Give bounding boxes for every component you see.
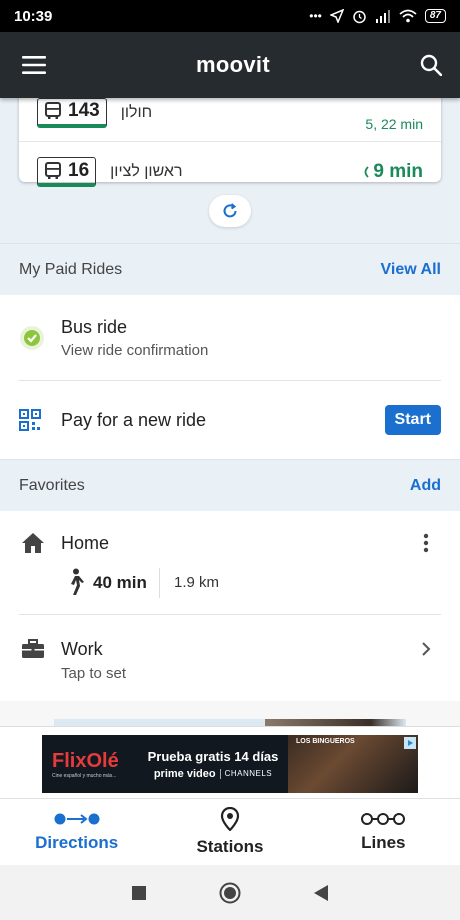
home-button-icon[interactable] xyxy=(219,882,241,904)
paid-rides-header: My Paid Rides View All xyxy=(0,243,460,295)
divider xyxy=(159,568,160,598)
bus-ride-row[interactable]: Bus ride View ride confirmation xyxy=(0,295,460,381)
home-distance: 1.9 km xyxy=(174,574,220,591)
status-bar: 10:39 ••• 87 xyxy=(0,0,460,32)
more-options-icon[interactable] xyxy=(422,533,430,553)
recents-icon[interactable] xyxy=(131,885,147,901)
pay-new-ride-title: Pay for a new ride xyxy=(61,409,207,430)
location-pin-icon xyxy=(220,807,240,831)
ride-ticket-icon xyxy=(20,326,44,350)
work-subtitle: Tap to set xyxy=(61,665,127,682)
nearby-lines-area: 143 חולון 5, 22 min 16 ראשון לציון 9 min xyxy=(0,98,460,243)
line-number: 143 xyxy=(68,100,100,121)
section-title: My Paid Rides xyxy=(19,260,123,278)
menu-icon[interactable] xyxy=(22,55,46,75)
ad-banner[interactable]: FlixOlé Cine español y mucho más... Prue… xyxy=(42,735,418,793)
location-arrow-icon xyxy=(329,9,344,23)
chevron-right-icon xyxy=(422,642,431,656)
ad-headline: Prueba gratis 14 días xyxy=(147,748,279,764)
refresh-icon xyxy=(223,203,237,218)
system-nav-bar xyxy=(0,865,460,920)
ad-show-title: LOS BINGUEROS xyxy=(296,738,355,745)
tab-directions[interactable]: Directions xyxy=(0,799,153,865)
line-eta: 9 min xyxy=(373,161,423,182)
bus-icon xyxy=(45,161,61,179)
search-icon[interactable] xyxy=(420,54,442,76)
line-badge: 143 xyxy=(37,98,107,128)
section-title: Favorites xyxy=(19,476,85,494)
work-favorite-row[interactable]: Work Tap to set xyxy=(0,615,460,701)
nearby-lines-card: 143 חולון 5, 22 min 16 ראשון לציון 9 min xyxy=(19,98,441,187)
ad-choices-icon[interactable] xyxy=(404,737,416,749)
home-title: Home xyxy=(61,533,110,553)
ad-container: FlixOlé Cine español y mucho más... Prue… xyxy=(0,726,460,798)
ad-image: LOS BINGUEROS xyxy=(288,735,418,793)
signal-icon xyxy=(375,10,390,23)
bus-icon xyxy=(45,102,61,119)
briefcase-icon xyxy=(22,639,44,658)
tab-lines[interactable]: Lines xyxy=(307,799,460,865)
bottom-nav: Directions Stations Lines xyxy=(0,798,460,865)
start-button[interactable]: Start xyxy=(384,405,441,435)
tab-lines-label: Lines xyxy=(361,833,406,852)
tab-directions-label: Directions xyxy=(35,833,119,852)
app-title: moovit xyxy=(196,52,270,77)
alarm-icon xyxy=(353,10,366,23)
realtime-icon xyxy=(364,166,370,178)
bus-ride-subtitle: View ride confirmation xyxy=(61,342,209,359)
qr-code-icon xyxy=(19,409,41,431)
ad-brand: FlixOlé xyxy=(52,749,119,772)
line-row[interactable]: 143 חולון 5, 22 min xyxy=(19,98,441,142)
favorites-header: Favorites Add xyxy=(0,459,460,511)
home-walk-time: 40 min xyxy=(93,573,147,592)
wifi-icon xyxy=(399,9,417,23)
back-icon[interactable] xyxy=(313,884,329,902)
add-favorite-link[interactable]: Add xyxy=(410,477,441,495)
line-eta: 5, 22 min xyxy=(365,115,423,132)
work-title: Work xyxy=(61,639,103,659)
ad-prime: prime video xyxy=(153,767,216,780)
battery-icon: 87 xyxy=(424,9,446,23)
home-content[interactable]: 143 חולון 5, 22 min 16 ראשון לציון 9 min xyxy=(0,98,460,798)
app-bar: moovit xyxy=(0,32,460,98)
line-destination: ראשון לציון xyxy=(110,163,183,180)
directions-icon xyxy=(54,813,100,825)
bus-ride-title: Bus ride xyxy=(61,317,128,337)
walking-icon xyxy=(71,568,84,595)
lines-icon xyxy=(361,813,406,825)
view-all-link[interactable]: View All xyxy=(381,261,441,279)
more-icon: ••• xyxy=(309,9,322,23)
home-favorite-row[interactable]: Home 40 min 1.9 km xyxy=(0,511,460,615)
home-icon xyxy=(22,533,44,553)
line-row[interactable]: 16 ראשון לציון 9 min xyxy=(19,142,441,202)
tab-stations-label: Stations xyxy=(196,837,264,856)
ad-brand-tagline: Cine español y mucho más... xyxy=(52,772,117,779)
refresh-button[interactable] xyxy=(209,195,251,227)
status-time: 10:39 xyxy=(14,7,53,25)
line-destination: חולון xyxy=(120,103,153,121)
pay-new-ride-row[interactable]: Pay for a new ride Start xyxy=(0,381,460,459)
line-badge: 16 xyxy=(37,157,97,187)
ad-channels: CHANNELS xyxy=(224,769,273,778)
line-number: 16 xyxy=(68,159,90,181)
status-icons: ••• 87 xyxy=(309,9,446,24)
tab-stations[interactable]: Stations xyxy=(153,799,306,865)
